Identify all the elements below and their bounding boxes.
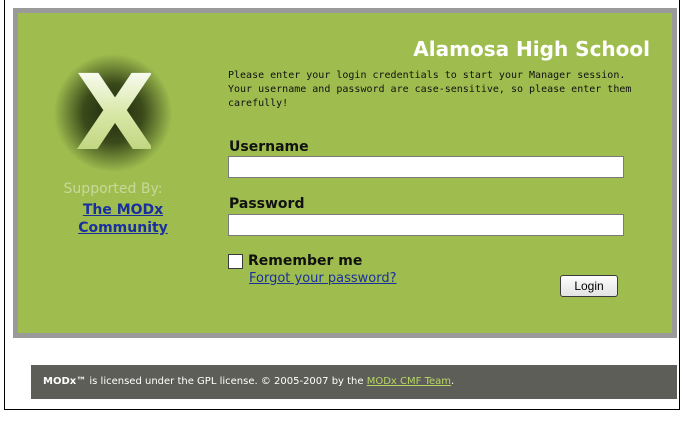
modx-x-logo-icon: X (53, 53, 173, 173)
logo-x-glyph: X (75, 52, 156, 174)
password-input[interactable] (228, 214, 624, 236)
modx-community-link[interactable]: The MODx Community (58, 201, 188, 237)
username-label: Username (229, 139, 309, 155)
forgot-password-link[interactable]: Forgot your password? (249, 271, 397, 286)
footer-license-text: is licensed under the GPL license. © 200… (86, 376, 367, 387)
modx-team-link[interactable]: MODx CMF Team (367, 376, 451, 387)
footer-brand: MODx™ (43, 376, 87, 387)
login-instructions: Please enter your login credentials to s… (228, 70, 632, 109)
footer-end: . (451, 376, 455, 387)
supported-by-label: Supported By: (63, 181, 163, 197)
password-label: Password (229, 196, 305, 212)
remember-me-row[interactable]: Remember me (228, 253, 362, 269)
username-input[interactable] (228, 156, 624, 178)
remember-me-label: Remember me (248, 253, 363, 269)
login-button[interactable]: Login (560, 275, 618, 297)
login-panel: X Supported By: The MODx Community Alamo… (13, 8, 677, 338)
footer-bar: MODx™ is licensed under the GPL license.… (31, 365, 677, 399)
site-title: Alamosa High School (413, 37, 650, 61)
remember-me-checkbox[interactable] (228, 253, 243, 269)
